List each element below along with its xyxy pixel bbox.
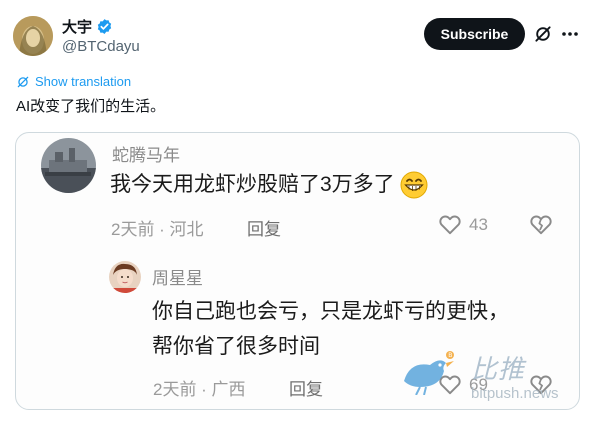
comment-like-heart-icon: [437, 211, 463, 242]
verified-badge-icon: [96, 18, 113, 35]
replier-name: 周星星: [152, 269, 203, 288]
commenter-name: 蛇腾马年: [112, 146, 180, 165]
author-display-name[interactable]: 大宇: [62, 16, 92, 37]
tweet-text: AI改变了我们的生活。: [16, 98, 166, 115]
subscribe-button[interactable]: Subscribe: [424, 18, 525, 50]
author-avatar[interactable]: [13, 16, 53, 56]
bitpush-bird-logo-icon: B: [400, 351, 456, 400]
replier-avatar: [109, 261, 141, 293]
reply-reply-button: 回复: [289, 380, 323, 399]
show-translation-label[interactable]: Show translation: [35, 74, 131, 89]
reply-time-location: 2天前 · 广西: [153, 380, 246, 399]
watermark-brand: 比推: [471, 354, 526, 384]
grok-icon[interactable]: [533, 24, 553, 44]
author-handle[interactable]: @BTCdayu: [62, 38, 140, 55]
show-translation-link[interactable]: Show translation: [16, 74, 131, 89]
comment-time-location: 2天前 · 河北: [111, 220, 204, 239]
grinning-face-emoji-icon: [399, 170, 429, 200]
svg-text:B: B: [448, 352, 452, 359]
more-options-icon[interactable]: [562, 24, 578, 44]
comment-reply-button: 回复: [247, 220, 281, 239]
translate-icon: [16, 75, 30, 89]
author-name-row[interactable]: 大宇: [62, 16, 113, 37]
commenter-avatar: [41, 138, 96, 193]
tweet-media-image[interactable]: 蛇腾马年 我今天用龙虾炒股赔了3万多了 2天前 · 河北 回复 43 周星星 你…: [15, 132, 580, 410]
comment-text: 我今天用龙虾炒股赔了3万多了: [110, 173, 395, 196]
reply-text-line-1: 你自己跑也会亏，只是龙虾亏的更快，: [152, 300, 509, 323]
comment-like-count: 43: [469, 215, 488, 234]
watermark-url: bitpush.news: [471, 385, 559, 402]
reply-text-line-2: 帮你省了很多时间: [152, 335, 320, 358]
comment-dislike-broken-heart-icon: [528, 211, 554, 242]
